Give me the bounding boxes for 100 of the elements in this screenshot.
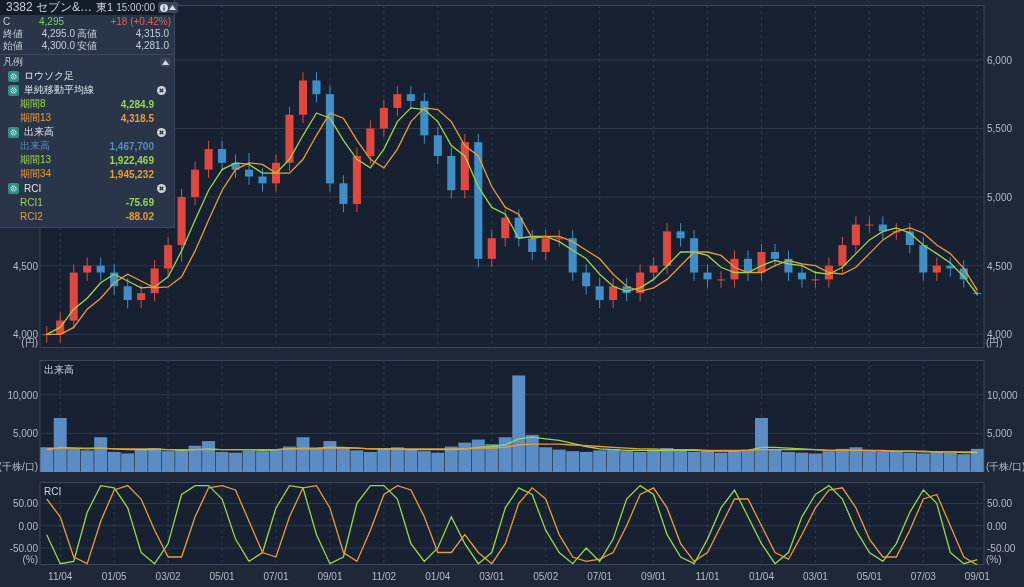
stat-label: 高値 bbox=[77, 28, 98, 40]
candlestick bbox=[717, 270, 726, 289]
legend-item-value: -88.02 bbox=[125, 210, 154, 222]
candlestick bbox=[150, 259, 159, 302]
axis-label: 5,500 bbox=[987, 123, 1013, 135]
gear-icon bbox=[10, 184, 17, 192]
legend-item-value: 4,318.5 bbox=[120, 112, 154, 124]
candlestick bbox=[514, 208, 523, 247]
candlestick bbox=[110, 263, 119, 295]
axis-label: 6,000 bbox=[987, 54, 1013, 66]
axis-label: 50.00 bbox=[987, 498, 1013, 510]
candlestick bbox=[676, 222, 685, 247]
candlestick bbox=[420, 92, 429, 145]
candlestick bbox=[258, 167, 267, 193]
settings-button[interactable] bbox=[8, 182, 19, 194]
axis-label: 10,000 bbox=[987, 389, 1018, 401]
candlestick bbox=[352, 147, 361, 213]
legend-item-label: 期間34 bbox=[20, 167, 52, 181]
unit-label: (千株/口) bbox=[986, 461, 1024, 472]
axis-label: 0.00 bbox=[987, 520, 1007, 532]
candlestick bbox=[501, 208, 510, 247]
candlestick bbox=[932, 256, 941, 282]
close-button[interactable] bbox=[157, 85, 166, 95]
price-label: C bbox=[3, 16, 12, 27]
candlestick bbox=[433, 126, 442, 165]
candlestick bbox=[905, 222, 914, 254]
date-label: 07/01 bbox=[263, 571, 289, 582]
candlestick bbox=[191, 160, 200, 206]
collapse-button[interactable] bbox=[160, 57, 171, 67]
settings-button[interactable] bbox=[8, 126, 19, 138]
legend-item-value: 1,922,469 bbox=[109, 154, 154, 166]
date-label: 11/02 bbox=[371, 571, 397, 582]
candlestick bbox=[743, 250, 753, 282]
candlestick bbox=[784, 250, 793, 282]
axis-label: 5,000 bbox=[987, 192, 1013, 204]
close-button[interactable] bbox=[157, 127, 166, 137]
candlestick bbox=[271, 154, 281, 193]
candlestick bbox=[231, 154, 240, 179]
gear-icon bbox=[10, 128, 17, 136]
candlestick bbox=[649, 256, 658, 282]
candlestick bbox=[69, 263, 78, 330]
date-label: 11/01 bbox=[695, 571, 720, 582]
candlestick bbox=[865, 215, 874, 234]
candlestick bbox=[137, 284, 146, 309]
candlestick bbox=[298, 71, 307, 124]
candlestick bbox=[460, 133, 469, 199]
candlestick bbox=[285, 106, 294, 172]
candlestick bbox=[528, 229, 537, 261]
chart-title: 出来高 bbox=[44, 364, 74, 375]
price-change: +18 (+0.42%) bbox=[110, 16, 171, 27]
axis-label: 50.00 bbox=[12, 498, 38, 510]
axis-label: -50.00 bbox=[987, 543, 1016, 555]
axis-label: 5,000 bbox=[987, 428, 1013, 440]
axis-label: 10,000 bbox=[7, 389, 38, 401]
candlestick bbox=[703, 263, 712, 289]
price-value: 4,295 bbox=[39, 16, 66, 27]
market-label: 東1 bbox=[96, 0, 114, 15]
candlestick bbox=[919, 236, 928, 282]
candlestick bbox=[339, 174, 348, 213]
candlestick bbox=[582, 263, 591, 295]
candlestick bbox=[811, 270, 820, 289]
date-label: 07/01 bbox=[587, 571, 613, 582]
unit-label: (%) bbox=[986, 554, 1002, 565]
candlestick bbox=[851, 215, 860, 254]
date-label: 05/01 bbox=[856, 571, 882, 582]
legend-item-label: RCI1 bbox=[20, 196, 43, 208]
settings-button[interactable] bbox=[8, 70, 19, 82]
stock-name: 3382 セブン&… bbox=[6, 0, 93, 16]
date-label: 11/04 bbox=[48, 571, 73, 582]
candlestick bbox=[946, 256, 955, 278]
close-button[interactable] bbox=[157, 183, 166, 193]
candlestick bbox=[838, 236, 847, 275]
stat-label: 終値 bbox=[3, 28, 24, 40]
candlestick bbox=[730, 250, 739, 289]
stat-label: 始値 bbox=[3, 40, 24, 52]
candlestick bbox=[622, 277, 631, 302]
date-label: 05/02 bbox=[533, 571, 559, 582]
legend-item-value: 1,467,700 bbox=[109, 140, 154, 152]
candlestick bbox=[245, 152, 254, 186]
legend-item-label: 期間13 bbox=[20, 111, 52, 125]
legend-group-label: 出来高 bbox=[24, 125, 54, 139]
settings-button[interactable] bbox=[8, 84, 19, 96]
axis-label: -50.00 bbox=[9, 543, 38, 555]
candlestick bbox=[663, 222, 672, 275]
candlestick bbox=[959, 259, 968, 289]
stat-label: 安値 bbox=[77, 40, 98, 52]
chart-title: RCI bbox=[44, 486, 62, 497]
info-button[interactable] bbox=[158, 2, 179, 13]
legend-item-value: 4,284.9 bbox=[120, 98, 154, 110]
date-label: 03/01 bbox=[802, 571, 828, 582]
candlestick bbox=[797, 263, 806, 289]
axis-label: 5,000 bbox=[12, 428, 38, 440]
date-label: 03/02 bbox=[155, 571, 181, 582]
date-label: 01/04 bbox=[748, 571, 774, 582]
candlestick bbox=[892, 222, 901, 241]
legend-item-label: 期間8 bbox=[20, 97, 46, 111]
stat-value: 4,300.0 bbox=[40, 40, 76, 52]
date-label: 03/01 bbox=[479, 571, 505, 582]
stat-value: 4,315.0 bbox=[134, 28, 170, 40]
candlestick bbox=[96, 256, 105, 282]
